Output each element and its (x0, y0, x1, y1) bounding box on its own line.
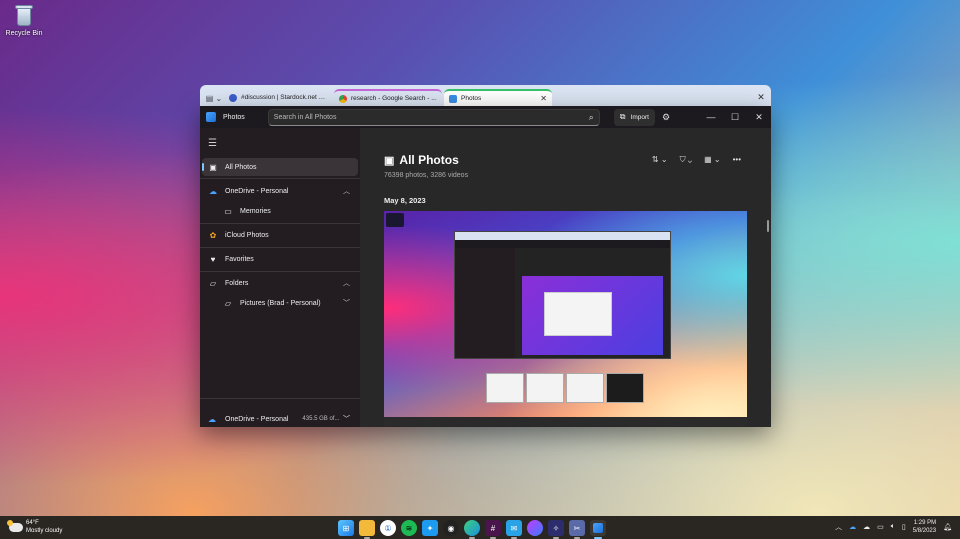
sidebar-item-icloud[interactable]: ✿ iCloud Photos (202, 226, 358, 244)
chevron-down-icon[interactable]: ﹀ (343, 298, 350, 308)
photos-window: Photos Search in All Photos ⌕ ⧉ Import ⚙… (200, 106, 771, 427)
taskbar-apps: ⊞ ① ≋ ✦ ◉ # ✉ ✧ ✂ (338, 520, 606, 539)
photo-count: 76398 photos, 3286 videos (384, 172, 469, 179)
chevron-down-icon[interactable]: ﹀ (343, 414, 350, 424)
tab-stardock[interactable]: #discussion | Stardock.net - Dis... (224, 89, 332, 106)
screenshot-window-preview (454, 231, 671, 359)
settings-gear-icon[interactable]: ⚙ (662, 112, 670, 123)
window-tab-strip: ▤ ⌄ #discussion | Stardock.net - Dis... … (200, 85, 771, 106)
page-title: ▣ All Photos (384, 153, 459, 167)
onedrive-storage[interactable]: ☁ OneDrive - Personal 435.5 GB of... ﹀ (202, 410, 358, 427)
main-content: ▣ All Photos 76398 photos, 3286 videos ⇅… (360, 128, 771, 427)
recycle-bin[interactable]: Recycle Bin (4, 4, 44, 37)
clock[interactable]: 1:29 PM 5/8/2023 (913, 519, 936, 535)
battery-icon[interactable]: ▯ (902, 523, 906, 531)
sidebar: ☰ ▣ All Photos ☁ OneDrive - Personal ︿ ▭… (200, 128, 360, 427)
cloud-icon[interactable]: ☁ (863, 523, 870, 531)
app-name: Photos (223, 113, 245, 121)
search-icon[interactable]: ⌕ (589, 112, 594, 123)
minimize-button[interactable]: — (699, 112, 723, 123)
twitter-icon[interactable]: ✦ (422, 520, 438, 536)
filter-icon[interactable]: ⛉ ⌄ (680, 155, 693, 165)
notification-icon[interactable]: 🔔︎ (943, 523, 952, 531)
recycle-bin-icon (13, 4, 35, 28)
photos-icon: ▣ (209, 162, 217, 172)
photos-app-icon (449, 94, 457, 103)
date-group-header: May 8, 2023 (384, 196, 426, 205)
onedrive-icon[interactable]: ☁ (849, 523, 856, 531)
search-input[interactable]: Search in All Photos ⌕ (267, 108, 600, 126)
photo-thumbnail[interactable] (384, 211, 747, 426)
spotify-icon[interactable]: ≋ (401, 520, 417, 536)
partly-cloudy-icon (7, 519, 23, 532)
close-button[interactable]: ✕ (747, 112, 771, 123)
screenshot-task-preview (486, 373, 644, 403)
maximize-button[interactable]: ☐ (723, 112, 747, 123)
taskbar: 64°F Mostly cloudy ⊞ ① ≋ ✦ ◉ # ✉ ✧ ✂ ︿ ☁… (0, 516, 960, 539)
toolbar: ⇅ ⌄ ⛉ ⌄ ▦ ⌄ ••• (652, 155, 741, 165)
system-tray: ︿ ☁ ☁ ▭ 🔈︎ ▯ 1:29 PM 5/8/2023 🔔︎ (835, 519, 952, 535)
file-explorer-icon[interactable] (359, 520, 375, 539)
close-tab-icon[interactable]: ✕ (540, 94, 547, 103)
scrollbar-thumb[interactable] (767, 220, 769, 232)
start-icon[interactable]: ⊞ (338, 520, 354, 536)
1password-icon[interactable]: ① (380, 520, 396, 536)
chevron-up-icon[interactable]: ︿ (343, 186, 350, 196)
tab-menu-button[interactable]: ▤ ⌄ (204, 90, 224, 106)
screenshot-taskbar-preview (384, 417, 747, 426)
sidebar-item-pictures-brad[interactable]: ▱ Pictures (Brad - Personal) ﹀ (202, 294, 358, 312)
import-button[interactable]: ⧉ Import (613, 108, 655, 126)
photos-app-icon[interactable] (590, 520, 606, 539)
divider (200, 178, 360, 179)
sidebar-item-all-photos[interactable]: ▣ All Photos (202, 158, 358, 176)
recycle-bin-label: Recycle Bin (5, 30, 43, 37)
sidebar-item-onedrive[interactable]: ☁ OneDrive - Personal ︿ (202, 182, 358, 200)
network-icon[interactable]: ▭ (877, 523, 884, 531)
copilot-icon[interactable] (527, 520, 543, 536)
onedrive-icon: ☁ (209, 186, 217, 196)
edge-icon[interactable] (464, 520, 480, 539)
icloud-icon: ✿ (209, 230, 217, 240)
weather-temp: 64°F (26, 520, 39, 526)
chevron-up-icon[interactable]: ︿ (343, 278, 350, 288)
folder-icon: ▱ (209, 278, 217, 288)
volume-icon[interactable]: 🔈︎ (891, 523, 895, 531)
tab-photos[interactable]: Photos ✕ (444, 89, 552, 106)
weather-widget[interactable]: 64°F Mostly cloudy (7, 519, 63, 535)
chrome-icon (339, 94, 347, 103)
import-icon: ⧉ (619, 112, 626, 121)
sidebar-item-memories[interactable]: ▭ Memories (202, 202, 358, 220)
obs-icon[interactable]: ◉ (443, 520, 459, 536)
photo-stack-icon (386, 213, 404, 227)
chevron-up-icon[interactable]: ︿ (835, 522, 842, 532)
stardock-icon (229, 93, 237, 102)
snipping-tool-icon[interactable]: ✂ (569, 520, 585, 539)
photos-logo-icon (206, 112, 216, 122)
teams-icon[interactable]: ✉ (506, 520, 522, 539)
sidebar-item-folders[interactable]: ▱ Folders ︿ (202, 274, 358, 292)
onedrive-icon: ☁ (208, 414, 216, 424)
divider (200, 398, 360, 399)
hamburger-menu-icon[interactable]: ☰ (208, 138, 217, 149)
weather-desc: Mostly cloudy (26, 528, 63, 534)
memories-icon: ▭ (224, 206, 232, 216)
view-options-icon[interactable]: ▦ ⌄ (704, 155, 720, 165)
sidebar-item-favorites[interactable]: ♥ Favorites (202, 250, 358, 268)
slack-icon[interactable]: # (485, 520, 501, 539)
close-group-icon[interactable]: ✕ (751, 88, 771, 106)
divider (200, 247, 360, 248)
heart-icon: ♥ (210, 254, 216, 264)
messenger-icon[interactable]: ✧ (548, 520, 564, 539)
more-options-icon[interactable]: ••• (733, 155, 741, 165)
title-bar: Photos Search in All Photos ⌕ ⧉ Import ⚙… (200, 106, 771, 128)
sort-icon[interactable]: ⇅ ⌄ (652, 155, 668, 165)
divider (200, 223, 360, 224)
folder-icon: ▱ (224, 298, 232, 308)
photos-icon: ▣ (384, 154, 395, 167)
storage-usage-text: 435.5 GB of... (302, 416, 340, 422)
tab-google-search[interactable]: research - Google Search - ... (334, 89, 442, 106)
divider (200, 271, 360, 272)
